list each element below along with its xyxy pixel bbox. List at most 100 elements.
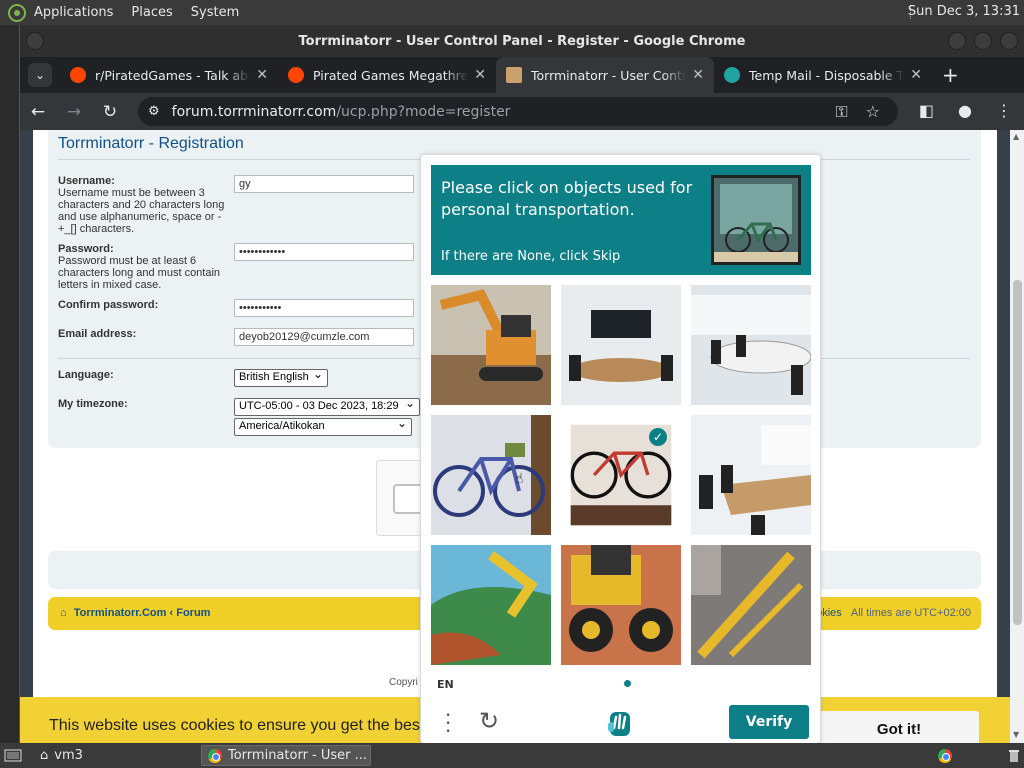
window-menu-button[interactable] bbox=[26, 32, 44, 50]
url-path: /ucp.php?mode=register bbox=[336, 103, 511, 120]
challenge-prompt: Please click on objects used for persona… bbox=[431, 165, 811, 275]
browser-toolbar: ← → ↻ ⚙ forum.torrminatorr.com/ucp.php?m… bbox=[20, 93, 1024, 130]
maximize-button[interactable] bbox=[974, 32, 992, 50]
window-titlebar[interactable]: Torrminatorr - User Control Panel - Regi… bbox=[20, 25, 1024, 57]
timezone-label: My timezone: bbox=[58, 398, 128, 410]
side-panel-icon[interactable]: ◧ bbox=[919, 101, 934, 120]
close-window-button[interactable] bbox=[1000, 32, 1018, 50]
tile-bicycle[interactable]: ☝ bbox=[431, 415, 551, 535]
minimize-button[interactable] bbox=[948, 32, 966, 50]
menu-applications[interactable]: Applications bbox=[34, 5, 113, 20]
breadcrumb: ⌂ Torrminatorr.Com ‹ Forum bbox=[60, 607, 210, 619]
username-label-block: Username: Username must be between 3 cha… bbox=[58, 175, 228, 235]
tab-close-icon[interactable]: ✕ bbox=[910, 67, 922, 83]
tab-torrminatorr-active[interactable]: Torrminatorr - User Contr ✕ bbox=[496, 57, 714, 93]
verify-button[interactable]: Verify bbox=[729, 705, 809, 739]
page-title: Torrminatorr - Registration bbox=[58, 135, 244, 152]
cookie-accept-button[interactable]: Got it! bbox=[819, 711, 979, 743]
bottom-taskbar: ⌂ vm3 Torrminatorr - User ... bbox=[0, 743, 1024, 768]
menu-places[interactable]: Places bbox=[131, 5, 172, 20]
password-label-block: Password: Password must be at least 6 ch… bbox=[58, 243, 228, 291]
username-hint: Username must be between 3 characters an… bbox=[58, 187, 225, 235]
confirm-password-label: Confirm password: bbox=[58, 299, 159, 311]
tile-excavator[interactable] bbox=[431, 285, 551, 405]
menu-dots-icon[interactable]: · · · bbox=[445, 705, 451, 741]
tab-label: Temp Mail - Disposable Te bbox=[749, 67, 905, 83]
email-label: Email address: bbox=[58, 328, 137, 340]
password-hint: Password must be at least 6 characters l… bbox=[58, 255, 221, 291]
breadcrumb-forum-link[interactable]: Forum bbox=[176, 607, 210, 619]
confirm-password-field[interactable]: ••••••••••• bbox=[234, 299, 414, 317]
top-panel: Applications Places System Sun Dec 3, 13… bbox=[0, 0, 1024, 25]
tab-search-icon[interactable]: ⌄ bbox=[28, 63, 52, 87]
tab-close-icon[interactable]: ✕ bbox=[692, 67, 704, 83]
timezone-zone-select[interactable]: America/Atikokan bbox=[234, 416, 412, 436]
refresh-icon[interactable]: ↻ bbox=[479, 707, 499, 735]
copyright-text: Copyri bbox=[389, 677, 418, 688]
password-key-icon[interactable]: ⚿ bbox=[835, 102, 847, 122]
back-arrow-icon[interactable]: ← bbox=[20, 102, 56, 122]
hcaptcha-challenge: Please click on objects used for persona… bbox=[420, 154, 821, 743]
scrollbar-thumb[interactable] bbox=[1013, 280, 1022, 625]
clock[interactable]: Sun Dec 3, 13:31 bbox=[908, 4, 1020, 19]
scroll-up-icon[interactable]: ▲ bbox=[1013, 132, 1019, 141]
tab-close-icon[interactable]: ✕ bbox=[256, 67, 268, 83]
footer-right: okies All times are UTC+02:00 bbox=[816, 607, 971, 619]
timezone-offset-select[interactable]: UTC-05:00 - 03 Dec 2023, 18:29 bbox=[234, 396, 420, 416]
home-icon: ⌂ bbox=[60, 607, 67, 619]
language-label: Language: bbox=[58, 369, 114, 381]
torrminatorr-favicon-icon bbox=[506, 67, 522, 83]
site-info-icon[interactable]: ⚙ bbox=[148, 104, 160, 119]
new-tab-icon[interactable]: + bbox=[942, 63, 959, 87]
scroll-down-icon[interactable]: ▼ bbox=[1013, 730, 1019, 739]
tile-loader[interactable] bbox=[561, 545, 681, 665]
tab-piratedgames-reddit[interactable]: r/PiratedGames - Talk abo ✕ bbox=[60, 57, 278, 93]
tile-excavator-drawing[interactable] bbox=[431, 545, 551, 665]
tile-conference-room[interactable] bbox=[561, 285, 681, 405]
toolbar-right-icons: ◧ ● ⋮ bbox=[919, 101, 1012, 120]
tab-pirated-megathread[interactable]: Pirated Games Megathre ✕ bbox=[278, 57, 496, 93]
tab-close-icon[interactable]: ✕ bbox=[474, 67, 486, 83]
workspace-switcher[interactable]: ⌂ vm3 bbox=[40, 746, 83, 765]
breadcrumb-home-link[interactable]: Torrminatorr.Com bbox=[74, 607, 167, 619]
forward-arrow-icon[interactable]: → bbox=[56, 102, 92, 122]
password-field[interactable]: •••••••••••• bbox=[234, 243, 414, 261]
browser-window: Torrminatorr - User Control Panel - Regi… bbox=[19, 25, 1024, 743]
address-bar[interactable]: ⚙ forum.torrminatorr.com/ucp.php?mode=re… bbox=[138, 97, 898, 126]
workspace-label: vm3 bbox=[54, 748, 83, 763]
reload-icon[interactable]: ↻ bbox=[92, 102, 128, 122]
chrome-menu-icon[interactable]: ⋮ bbox=[996, 101, 1012, 120]
tile-conference-room[interactable] bbox=[691, 285, 811, 405]
show-desktop-icon[interactable] bbox=[4, 746, 22, 765]
trash-icon[interactable] bbox=[1008, 746, 1020, 765]
distro-logo-icon[interactable] bbox=[8, 3, 26, 22]
username-label: Username: bbox=[58, 175, 115, 187]
language-selector[interactable]: EN bbox=[437, 678, 454, 691]
hcaptcha-checkbox[interactable] bbox=[393, 484, 423, 514]
page-scrollbar[interactable]: ▲ ▼ bbox=[1010, 130, 1024, 743]
bookmark-star-icon[interactable]: ☆ bbox=[866, 102, 880, 122]
email-field[interactable]: deyob20129@cumzle.com bbox=[234, 328, 414, 346]
tab-label: Pirated Games Megathre bbox=[313, 67, 469, 83]
menu-system[interactable]: System bbox=[191, 5, 239, 20]
page-viewport: Torrminatorr - Registration Username: Us… bbox=[20, 130, 1024, 743]
confirm-password-label-block: Confirm password: bbox=[58, 299, 228, 311]
tab-temp-mail[interactable]: Temp Mail - Disposable Te ✕ bbox=[714, 57, 932, 93]
profile-icon[interactable]: ● bbox=[958, 101, 972, 120]
taskbar-chrome-task[interactable]: Torrminatorr - User ... bbox=[201, 745, 371, 766]
tile-crane[interactable] bbox=[691, 545, 811, 665]
hcaptcha-logo-icon bbox=[608, 712, 630, 736]
url-host: forum.torrminatorr.com bbox=[171, 103, 337, 120]
username-field[interactable]: gy bbox=[234, 175, 414, 193]
prompt-subtext: If there are None, click Skip bbox=[441, 249, 621, 264]
language-label-block: Language: bbox=[58, 369, 228, 381]
tab-strip: ⌄ r/PiratedGames - Talk abo ✕ Pirated Ga… bbox=[20, 57, 1024, 93]
chrome-icon bbox=[938, 748, 952, 763]
reddit-favicon-icon bbox=[70, 67, 86, 83]
tile-conference-room[interactable] bbox=[691, 415, 811, 535]
password-label: Password: bbox=[58, 243, 114, 255]
language-select[interactable]: British English bbox=[234, 367, 328, 387]
window-controls bbox=[948, 32, 1018, 50]
tray-chrome-icon[interactable] bbox=[938, 746, 958, 765]
selected-check-icon: ✓ bbox=[649, 428, 667, 446]
